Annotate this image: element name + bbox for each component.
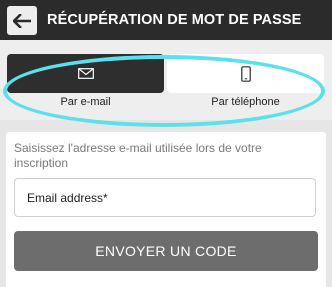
- tab-email[interactable]: [7, 54, 164, 93]
- tab-phone-label[interactable]: Par téléphone: [167, 96, 324, 108]
- back-button[interactable]: [7, 6, 37, 35]
- arrow-left-icon: [13, 13, 31, 28]
- instructions-text: Saisissez l'adresse e-mail utilisée lors…: [14, 141, 262, 170]
- email-field[interactable]: [14, 178, 316, 217]
- recovery-method-tabs: Par e-mail Par téléphone: [0, 40, 332, 127]
- recovery-form-card: Saisissez l'adresse e-mail utilisée lors…: [6, 132, 326, 287]
- smartphone-icon: [240, 65, 251, 82]
- tab-email-label[interactable]: Par e-mail: [7, 96, 164, 108]
- tab-phone[interactable]: [167, 54, 324, 93]
- page-title: RÉCUPÉRATION DE MOT DE PASSE: [47, 12, 302, 28]
- send-code-button[interactable]: ENVOYER UN CODE: [14, 231, 318, 271]
- envelope-icon: [77, 68, 94, 79]
- app-header: RÉCUPÉRATION DE MOT DE PASSE: [0, 0, 332, 40]
